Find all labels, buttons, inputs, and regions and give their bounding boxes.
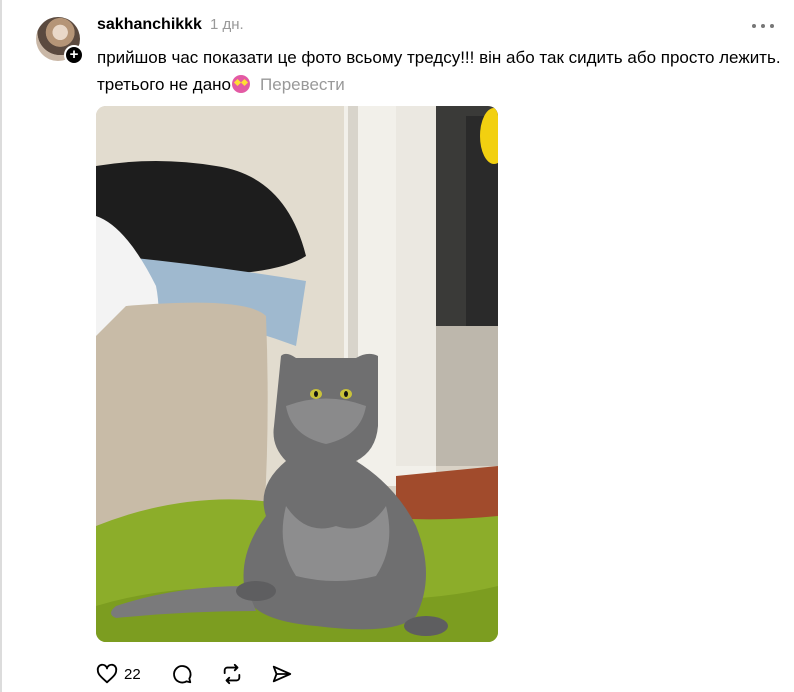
post-header: sakhanchikkk 1 дн. <box>97 16 244 38</box>
thread-line <box>0 0 2 692</box>
comment-icon <box>172 665 192 684</box>
post-body: прийшов час показати це фото всьому тред… <box>97 48 781 94</box>
share-icon <box>272 665 291 683</box>
username[interactable]: sakhanchikkk <box>97 16 202 34</box>
like-count: 22 <box>124 665 141 683</box>
heart-icon <box>96 663 118 684</box>
avatar-wrap[interactable]: + <box>36 17 84 65</box>
post-photo[interactable] <box>96 106 498 642</box>
star-struck-emoji-icon <box>232 75 251 93</box>
post-text: прийшов час показати це фото всьому тред… <box>97 44 787 98</box>
share-button[interactable] <box>271 663 293 685</box>
post-actions: 22 <box>96 661 311 687</box>
repost-icon <box>223 663 240 685</box>
like-button[interactable]: 22 <box>96 663 141 685</box>
repost-button[interactable] <box>221 663 243 685</box>
comment-button[interactable] <box>171 663 193 685</box>
post-time[interactable]: 1 дн. <box>210 16 244 33</box>
more-icon[interactable] <box>752 18 774 34</box>
follow-plus-icon[interactable]: + <box>64 45 84 65</box>
translate-link[interactable]: Перевести <box>260 75 345 94</box>
